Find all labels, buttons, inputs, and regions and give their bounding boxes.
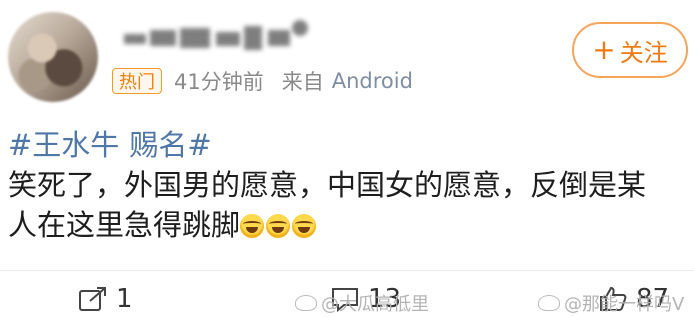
- username-redacted[interactable]: [120, 20, 310, 56]
- post-text-line-2-wrap: 人在这里急得跳脚: [8, 205, 692, 245]
- watermark-left-text: @大瓜高低里: [321, 294, 429, 315]
- weibo-logo-icon: [295, 295, 317, 311]
- watermark-right-text: @那能一样吗V: [564, 294, 685, 315]
- share-button[interactable]: 1: [78, 284, 133, 314]
- post-text-line-2: 人在这里急得跳脚: [8, 208, 241, 242]
- post-time: 41分钟前: [174, 70, 264, 94]
- hashtag-part-2[interactable]: 赐名#: [129, 128, 211, 162]
- laugh-cry-emoji-icon: [240, 214, 265, 238]
- source-device: Android: [331, 69, 413, 93]
- plus-icon: +: [592, 33, 616, 66]
- laugh-cry-emoji-icon: [266, 214, 291, 238]
- post-text: 笑死了，外国男的愿意，中国女的愿意，反倒是某 人在这里急得跳脚: [8, 165, 692, 245]
- divider: [0, 270, 694, 271]
- weibo-post: 热门 41分钟前 来自 Android + 关注 #王水牛 赐名# 笑死了，外国男…: [0, 0, 694, 317]
- hashtag-topic[interactable]: #王水牛 赐名#: [8, 122, 222, 164]
- source-label: 来自: [281, 70, 324, 94]
- weibo-logo-icon: [538, 295, 560, 311]
- laugh-cry-emoji-icon: [292, 214, 317, 238]
- post-text-line-1: 笑死了，外国男的愿意，中国女的愿意，反倒是某: [8, 168, 647, 202]
- follow-label: 关注: [619, 38, 668, 67]
- share-icon: [79, 287, 106, 311]
- post-meta: 热门 41分钟前 来自 Android: [112, 66, 413, 96]
- avatar[interactable]: [8, 12, 98, 102]
- follow-button[interactable]: + 关注: [572, 22, 688, 78]
- watermark-right: @那能一样吗V: [538, 290, 684, 316]
- share-count: 1: [116, 284, 133, 314]
- watermark-left: @大瓜高低里: [295, 290, 429, 316]
- hot-badge: 热门: [112, 68, 162, 94]
- hashtag-part-1[interactable]: #王水牛: [8, 128, 119, 162]
